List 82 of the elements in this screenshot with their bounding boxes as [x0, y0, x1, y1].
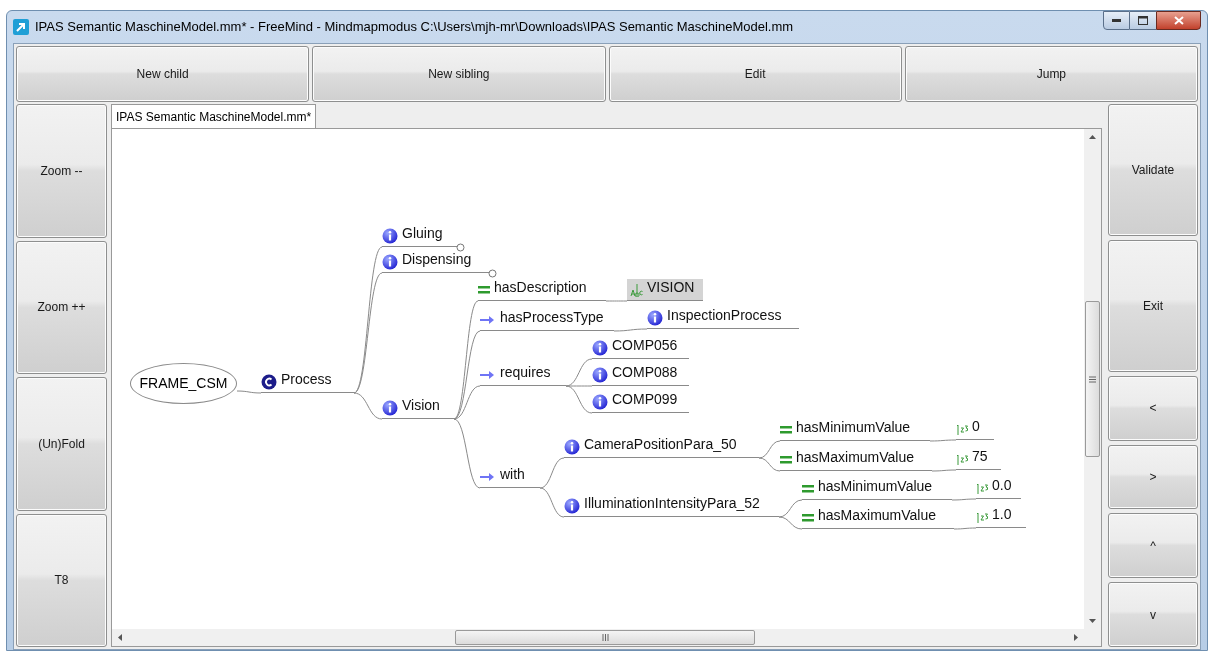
text-type-icon	[630, 283, 643, 297]
arrow-icon	[480, 473, 494, 481]
map-node[interactable]: COMP088	[592, 364, 689, 386]
equals-icon	[802, 485, 814, 493]
map-node[interactable]: Process	[261, 371, 354, 393]
side-button[interactable]: ^	[1108, 513, 1198, 579]
close-button[interactable]	[1156, 11, 1201, 30]
scroll-up-icon	[1089, 135, 1096, 139]
side-button[interactable]: v	[1108, 582, 1198, 647]
map-node[interactable]: Vision	[382, 397, 454, 419]
document-tab[interactable]: IPAS Semantic MaschineModel.mm*	[111, 104, 317, 128]
map-node[interactable]: 1.0	[976, 506, 1026, 528]
info-icon	[382, 400, 398, 416]
fold-circle-icon[interactable]	[456, 243, 465, 252]
map-node[interactable]: CameraPositionPara_50	[564, 436, 759, 458]
info-icon	[382, 254, 398, 270]
map-node[interactable]: Dispensing	[382, 251, 489, 273]
map-node[interactable]: COMP099	[592, 391, 689, 413]
equals-icon	[478, 286, 490, 294]
close-icon	[1173, 16, 1184, 25]
info-icon	[382, 228, 398, 244]
info-icon	[564, 439, 580, 455]
side-button[interactable]: Zoom --	[16, 104, 107, 238]
grip-icon	[601, 634, 609, 641]
map-node[interactable]: hasMinimumValue	[780, 419, 930, 441]
class-icon	[261, 374, 277, 390]
toolbar-button[interactable]: New child	[16, 46, 310, 102]
equals-icon	[780, 456, 792, 464]
scroll-thumb[interactable]	[455, 630, 755, 645]
side-button[interactable]: Zoom ++	[16, 240, 107, 374]
toolbar-button[interactable]: Jump	[904, 46, 1198, 102]
map-node[interactable]: 0	[956, 418, 994, 440]
equals-icon	[780, 426, 792, 434]
literal-node[interactable]: VISION	[627, 279, 703, 301]
scroll-right-icon	[1074, 634, 1078, 641]
side-button[interactable]: >	[1108, 444, 1198, 510]
info-icon	[592, 367, 608, 383]
side-button[interactable]: Exit	[1108, 240, 1198, 372]
info-icon	[647, 310, 663, 326]
toolbar-button[interactable]: Edit	[608, 46, 902, 102]
map-node[interactable]: COMP056	[592, 337, 689, 359]
fold-circle-icon[interactable]	[488, 269, 497, 278]
map-node[interactable]: requires	[480, 364, 566, 386]
map-node[interactable]: hasMinimumValue	[802, 478, 952, 500]
side-button[interactable]: <	[1108, 375, 1198, 441]
scroll-left-icon	[118, 634, 122, 641]
map-node[interactable]: 75	[956, 448, 1001, 470]
side-button[interactable]: T8	[16, 513, 107, 647]
map-node[interactable]: InspectionProcess	[647, 307, 799, 329]
map-node[interactable]: Gluing	[382, 225, 457, 247]
equals-icon	[802, 514, 814, 522]
map-node[interactable]: hasProcessType	[480, 309, 614, 331]
scroll-thumb[interactable]	[1085, 301, 1100, 457]
scroll-down-icon	[1089, 619, 1096, 623]
map-node[interactable]: IlluminationIntensityPara_52	[564, 495, 779, 517]
map-node[interactable]: hasDescription	[478, 279, 606, 301]
maximize-button[interactable]	[1130, 11, 1156, 30]
side-button[interactable]: Validate	[1108, 104, 1198, 237]
number-type-icon	[956, 422, 968, 436]
map-node[interactable]: 0.0	[976, 477, 1021, 499]
info-icon	[564, 498, 580, 514]
grip-icon	[1089, 375, 1096, 383]
info-icon	[592, 340, 608, 356]
arrow-icon	[480, 316, 494, 324]
info-icon	[592, 394, 608, 410]
arrow-icon	[480, 371, 494, 379]
number-type-icon	[976, 481, 988, 495]
root-node[interactable]: FRAME_CSM	[130, 363, 237, 404]
minimize-icon	[1112, 19, 1121, 22]
number-type-icon	[976, 510, 988, 524]
vertical-scrollbar[interactable]	[1084, 129, 1101, 629]
app-icon	[13, 19, 29, 35]
side-button[interactable]: (Un)Fold	[16, 377, 107, 511]
number-type-icon	[956, 452, 968, 466]
horizontal-scrollbar[interactable]	[112, 629, 1101, 646]
map-node[interactable]: hasMaximumValue	[802, 507, 954, 529]
restore-icon	[1138, 16, 1148, 25]
map-node[interactable]: hasMaximumValue	[780, 449, 932, 471]
map-node[interactable]: with	[480, 466, 540, 488]
minimize-button[interactable]	[1103, 11, 1130, 30]
toolbar-button[interactable]: New sibling	[312, 46, 606, 102]
window-title: IPAS Semantic MaschineModel.mm* - FreeMind - Mindmapmodus C:\Users\mjh-mr\Downloads\IPAS Semantic MaschineModel.mm	[35, 18, 794, 37]
